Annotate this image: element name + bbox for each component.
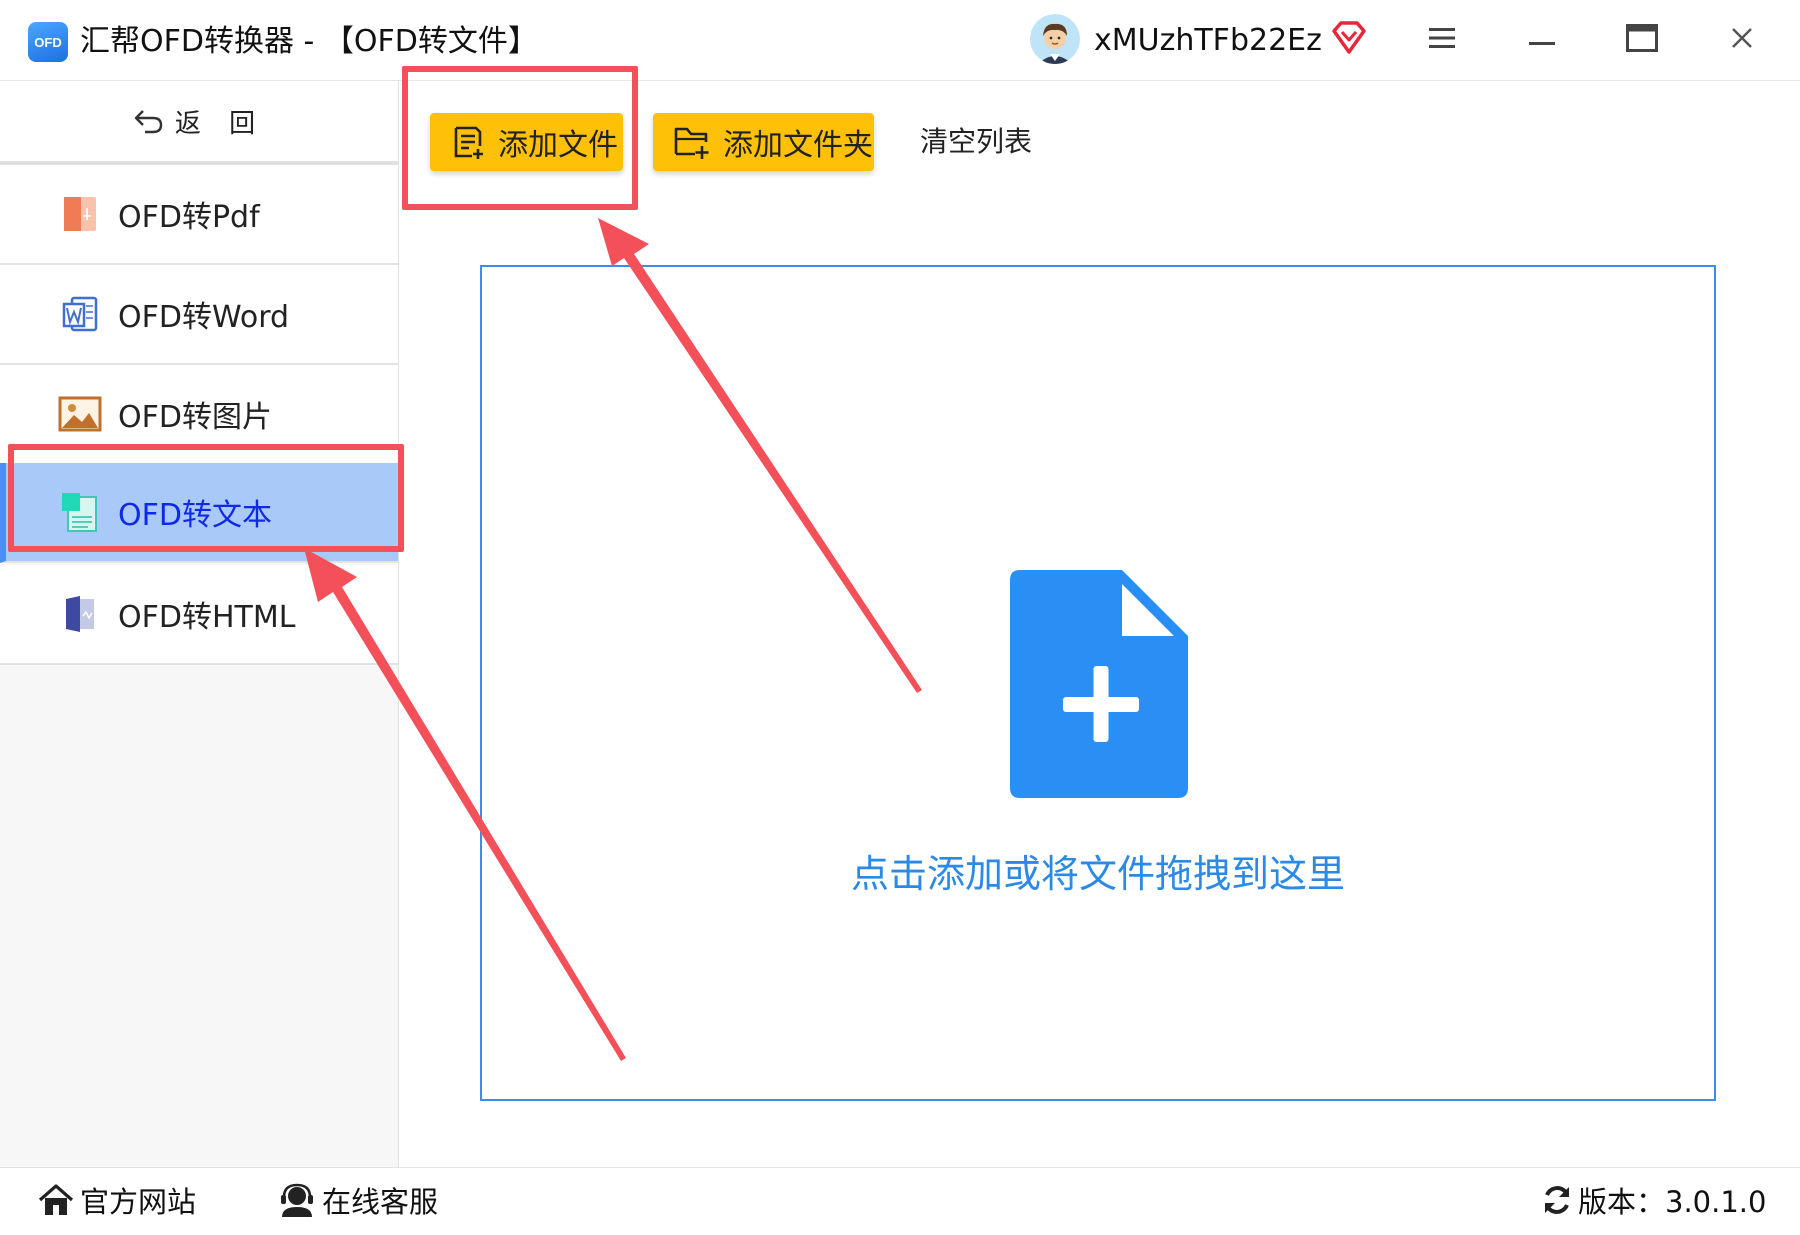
pdf-file-icon bbox=[58, 192, 102, 236]
home-icon bbox=[38, 1184, 74, 1215]
minimize-icon bbox=[1529, 31, 1555, 50]
footer bbox=[0, 1167, 1800, 1235]
official-website-link[interactable]: 官方网站 bbox=[38, 1178, 196, 1222]
version-info: 版本：3.0.1.0 bbox=[1540, 1178, 1766, 1222]
refresh-icon bbox=[1545, 1186, 1569, 1214]
official-website-label: 官方网站 bbox=[80, 1185, 197, 1219]
online-support-link[interactable]: 在线客服 bbox=[278, 1178, 438, 1222]
sidebar-item-label: OFD转HTML bbox=[118, 600, 296, 635]
headset-icon bbox=[281, 1183, 313, 1217]
sidebar-item-label: OFD转Word bbox=[118, 300, 290, 335]
html-file-icon bbox=[58, 592, 102, 636]
maximize-icon bbox=[1626, 24, 1658, 56]
image-file-icon bbox=[58, 392, 102, 436]
user-avatar[interactable] bbox=[1030, 14, 1080, 64]
add-folder-label: 添加文件夹 bbox=[723, 128, 873, 163]
close-button[interactable] bbox=[1720, 20, 1764, 60]
sidebar-item-ofd-to-pdf[interactable]: OFD转Pdf bbox=[0, 165, 398, 265]
annotation-highlight-add-file bbox=[402, 66, 638, 210]
version-label: 版本：3.0.1.0 bbox=[1578, 1185, 1767, 1219]
online-support-label: 在线客服 bbox=[322, 1185, 439, 1219]
back-arrow-icon bbox=[134, 110, 163, 134]
back-label: 返 回 bbox=[174, 108, 266, 139]
app-logo: OFD bbox=[28, 22, 68, 62]
menu-icon bbox=[1429, 27, 1455, 53]
close-icon bbox=[1731, 27, 1753, 53]
add-file-big-icon[interactable] bbox=[1010, 570, 1188, 798]
word-file-icon bbox=[58, 292, 102, 336]
drop-hint-text: 点击添加或将文件拖拽到这里 bbox=[850, 852, 1345, 896]
add-folder-icon bbox=[674, 127, 709, 159]
sidebar-item-label: OFD转图片 bbox=[118, 400, 272, 435]
maximize-button[interactable] bbox=[1620, 20, 1664, 60]
window-title: 汇帮OFD转换器 - 【OFD转文件】 bbox=[80, 24, 538, 59]
minimize-button[interactable] bbox=[1520, 20, 1564, 60]
clear-list-button[interactable]: 清空列表 bbox=[920, 113, 1032, 171]
add-folder-button[interactable]: 添加文件夹 bbox=[653, 113, 874, 171]
menu-button[interactable] bbox=[1420, 20, 1464, 60]
username[interactable]: xMUzhTFb22Ez bbox=[1094, 20, 1322, 62]
sidebar-item-ofd-to-html[interactable]: OFD转HTML bbox=[0, 565, 398, 665]
vip-diamond-icon[interactable] bbox=[1330, 20, 1368, 56]
sidebar-item-ofd-to-word[interactable]: OFD转Word bbox=[0, 265, 398, 365]
sidebar-item-label: OFD转Pdf bbox=[118, 200, 260, 235]
annotation-highlight-text-nav bbox=[8, 444, 404, 552]
back-button[interactable]: 返 回 bbox=[0, 81, 398, 165]
